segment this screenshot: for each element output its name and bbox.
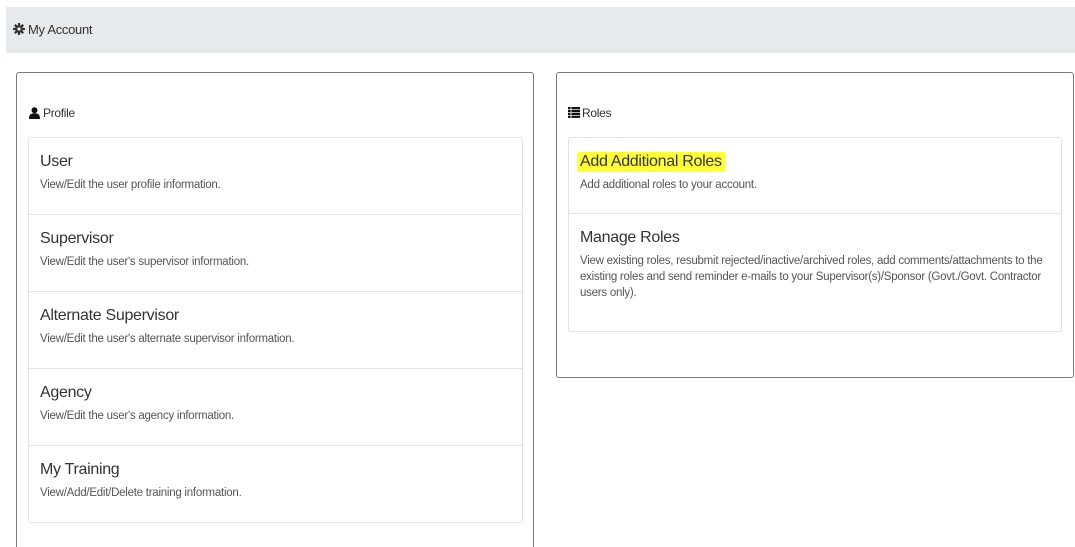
roles-list: Add Additional Roles Add additional role… (568, 137, 1062, 332)
list-item-description: View/Edit the user's supervisor informat… (40, 256, 249, 268)
list-item-description: View/Edit the user's agency information. (40, 410, 234, 422)
list-item-description: View/Edit the user's alternate superviso… (40, 333, 295, 345)
page-header: My Account (6, 7, 1075, 53)
list-item-title[interactable]: Manage Roles (580, 228, 680, 248)
list-item-title[interactable]: Add Additional Roles (577, 152, 725, 172)
roles-panel: Roles Add Additional Roles Add additiona… (556, 72, 1074, 378)
gear-icon (13, 23, 25, 35)
profile-item-my-training[interactable]: My Training View/Add/Edit/Delete trainin… (28, 446, 523, 523)
list-icon (568, 107, 580, 118)
list-item-title[interactable]: My Training (40, 460, 120, 480)
profile-item-agency[interactable]: Agency View/Edit the user's agency infor… (28, 369, 523, 446)
list-item-description: Add additional roles to your account. (580, 179, 757, 191)
roles-item-manage-roles[interactable]: Manage Roles View existing roles, resubm… (568, 214, 1062, 332)
user-icon (29, 107, 40, 119)
list-item-title[interactable]: User (40, 152, 73, 172)
list-item-description: View/Edit the user profile information. (40, 179, 221, 191)
profile-item-alternate-supervisor[interactable]: Alternate Supervisor View/Edit the user'… (28, 292, 523, 369)
list-item-title[interactable]: Alternate Supervisor (40, 306, 179, 326)
profile-panel: Profile User View/Edit the user profile … (16, 72, 534, 547)
roles-item-add-additional-roles[interactable]: Add Additional Roles Add additional role… (568, 137, 1062, 214)
list-item-description: View/Add/Edit/Delete training informatio… (40, 487, 242, 499)
profile-item-supervisor[interactable]: Supervisor View/Edit the user's supervis… (28, 215, 523, 292)
list-item-title[interactable]: Supervisor (40, 229, 114, 249)
page-title: My Account (28, 22, 93, 37)
profile-list: User View/Edit the user profile informat… (28, 137, 523, 523)
profile-item-user[interactable]: User View/Edit the user profile informat… (28, 137, 523, 215)
list-item-description: View existing roles, resubmit rejected/i… (580, 255, 1043, 299)
list-item-title[interactable]: Agency (40, 383, 92, 403)
